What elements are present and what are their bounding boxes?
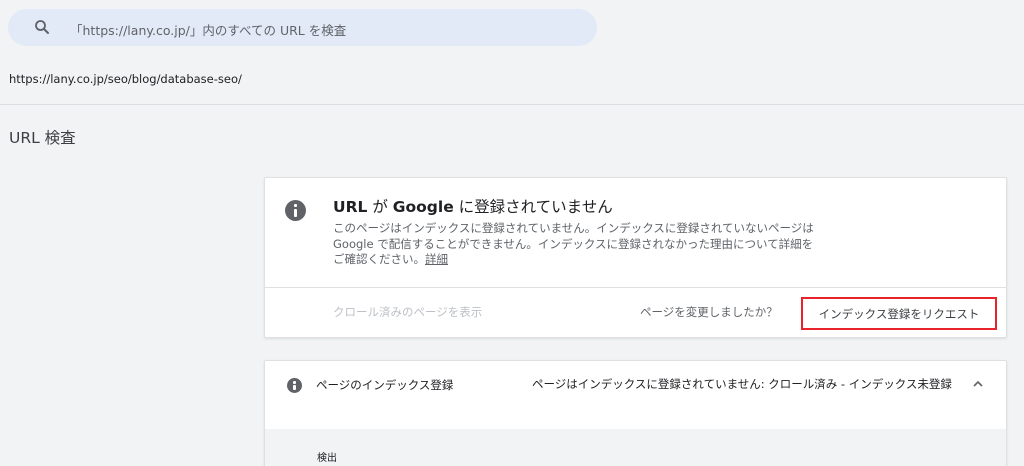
info-icon <box>287 378 302 393</box>
url-inspection-page: 「https://lany.co.jp/」内のすべての URL を検査 http… <box>0 0 1024 466</box>
coverage-value: ページはインデックスに登録されていません: クロール済み - インデックス未登録 <box>532 377 952 391</box>
status-heading-google: Google <box>392 198 454 216</box>
page-changed-question: ページを変更しましたか？ <box>640 305 778 319</box>
card-divider <box>265 287 1006 288</box>
status-description: このページはインデックスに登録されていません。インデックスに登録されていないペー… <box>333 221 823 268</box>
search-icon[interactable] <box>34 19 50 35</box>
status-heading-ga: が <box>367 198 393 216</box>
search-input[interactable]: 「https://lany.co.jp/」内のすべての URL を検査 <box>70 20 346 39</box>
coverage-label: ページのインデックス登録 <box>316 378 454 392</box>
status-heading: URL が Google に登録されていません <box>333 195 613 217</box>
detection-section-label: 検出 <box>317 453 337 464</box>
inspected-url: https://lany.co.jp/seo/blog/database-seo… <box>9 72 242 86</box>
page-title: URL 検査 <box>9 129 76 147</box>
index-status-card: URL が Google に登録されていません このページはインデックスに登録さ… <box>264 177 1007 338</box>
view-crawled-page-button[interactable]: クロール済みのページを表示 <box>333 304 482 320</box>
status-description-text: このページはインデックスに登録されていません。インデックスに登録されていないペー… <box>333 221 814 266</box>
info-icon <box>285 200 306 221</box>
request-indexing-button[interactable]: インデックス登録をリクエスト <box>801 297 997 330</box>
chevron-up-icon[interactable] <box>971 379 985 389</box>
coverage-details: 検出 <box>265 429 1006 466</box>
index-coverage-card: ページのインデックス登録 ページはインデックスに登録されていません: クロール済… <box>264 360 1007 466</box>
header-divider <box>0 104 1024 105</box>
search-bar[interactable]: 「https://lany.co.jp/」内のすべての URL を検査 <box>8 9 597 46</box>
status-heading-url: URL <box>333 198 368 216</box>
status-heading-rest: に登録されていません <box>453 198 613 216</box>
learn-more-link[interactable]: 詳細 <box>425 252 448 266</box>
